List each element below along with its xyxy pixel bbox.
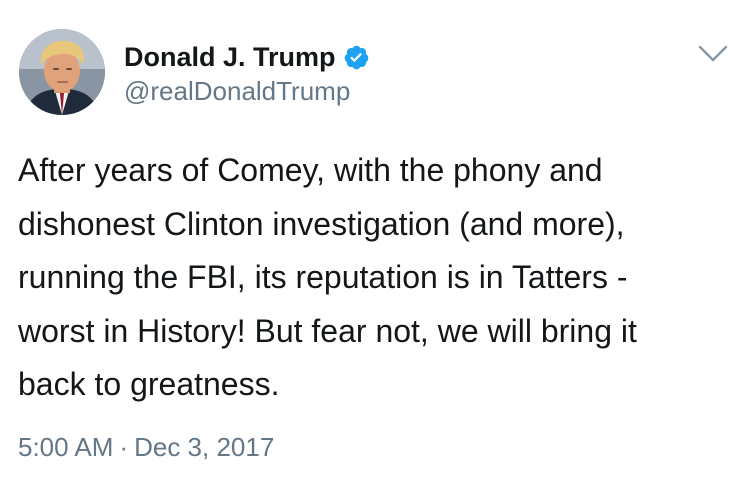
avatar[interactable] xyxy=(19,29,105,115)
tweet-timestamp[interactable]: 5:00 AM · Dec 3, 2017 xyxy=(18,432,274,463)
tweet-text-line: back to greatness. xyxy=(18,366,280,402)
tweet-text: After years of Comey, with the phony and… xyxy=(18,144,730,412)
author-name-row: Donald J. Trump xyxy=(124,40,370,74)
avatar-portrait-icon xyxy=(19,29,105,115)
chevron-down-icon[interactable] xyxy=(697,42,729,66)
author-display-name[interactable]: Donald J. Trump xyxy=(124,42,336,73)
tweet-text-line: running the FBI, its reputation is in Ta… xyxy=(18,259,628,295)
tweet-text-line: After years of Comey, with the phony and xyxy=(18,152,603,188)
tweet-card: Donald J. Trump @realDonaldTrump After y… xyxy=(0,0,750,487)
tweet-date: Dec 3, 2017 xyxy=(134,432,275,462)
tweet-time: 5:00 AM xyxy=(18,432,114,462)
meta-separator: · xyxy=(119,432,129,462)
tweet-text-line: worst in History! But fear not, we will … xyxy=(18,312,637,349)
tweet-text-line: dishonest Clinton investigation (and mor… xyxy=(18,205,625,242)
verified-badge-icon xyxy=(343,44,370,71)
author-handle[interactable]: @realDonaldTrump xyxy=(124,76,350,107)
